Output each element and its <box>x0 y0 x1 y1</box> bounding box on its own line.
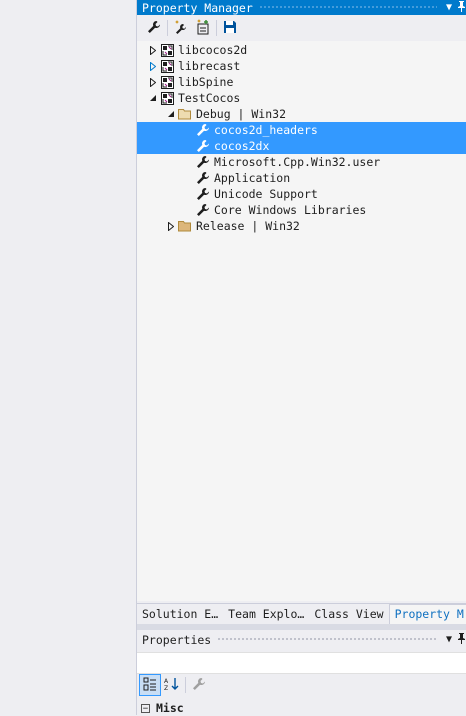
collapse-icon[interactable]: − <box>141 703 150 713</box>
property-manager-toolbar <box>137 16 466 40</box>
property-manager-panel: Property Manager ▼ libcocos2d librecast … <box>136 0 466 715</box>
tree-item[interactable]: cocos2dx <box>137 138 466 154</box>
tree-item-label: Debug | Win32 <box>196 107 287 121</box>
collapsed-arrow-icon[interactable] <box>147 42 159 58</box>
category-label: Misc <box>156 701 184 715</box>
collapsed-arrow-icon[interactable] <box>165 218 177 234</box>
title-grip <box>258 5 437 10</box>
project-icon <box>160 75 174 89</box>
folder-open-icon <box>178 107 192 121</box>
tree-item[interactable]: TestCocos <box>137 90 466 106</box>
expanded-arrow-icon[interactable] <box>165 106 177 122</box>
expanded-arrow-icon[interactable] <box>147 90 159 106</box>
tree-item[interactable]: libSpine <box>137 74 466 90</box>
add-new-property-sheet-icon <box>173 19 189 38</box>
property-tree[interactable]: libcocos2d librecast libSpine TestCocos Debu… <box>137 41 466 601</box>
property-category[interactable]: − Misc <box>141 700 184 716</box>
window-position-dropdown-icon[interactable]: ▼ <box>443 634 455 645</box>
tab-property-m[interactable]: Property M <box>388 604 466 624</box>
alphabetical-button[interactable]: AZ <box>161 674 183 696</box>
toolbar-separator <box>185 677 186 693</box>
pin-icon[interactable] <box>455 632 466 647</box>
tab-team-explo[interactable]: Team Explo… <box>223 605 309 624</box>
tree-item[interactable]: cocos2d_headers <box>137 122 466 138</box>
properties-button[interactable] <box>143 17 165 39</box>
pin-icon[interactable] <box>455 0 466 15</box>
tool-window-tabs: Solution E… Team Explo… Class View Property… <box>137 603 466 624</box>
tree-item[interactable]: Application <box>137 170 466 186</box>
tree-item-label: Microsoft.Cpp.Win32.user <box>214 155 381 169</box>
tree-item-label: librecast <box>178 59 241 73</box>
properties-toolbar: AZ <box>139 674 210 696</box>
tree-item[interactable]: librecast <box>137 58 466 74</box>
project-icon <box>160 43 174 57</box>
properties-title-bar[interactable]: Properties ▼ <box>137 630 466 649</box>
tree-item-label: Unicode Support <box>214 187 318 201</box>
folder-icon <box>178 219 192 233</box>
add-existing-property-sheet-button[interactable] <box>192 17 214 39</box>
categorized-icon <box>143 677 157 694</box>
tree-item[interactable]: Debug | Win32 <box>137 106 466 122</box>
tree-item-label: cocos2dx <box>214 139 270 153</box>
svg-text:Z: Z <box>164 685 168 691</box>
tree-item-label: libSpine <box>178 75 234 89</box>
property-pages-button[interactable] <box>188 674 210 696</box>
save-icon <box>223 20 237 37</box>
wrench-icon <box>196 187 210 201</box>
tree-item[interactable]: Release | Win32 <box>137 218 466 234</box>
collapsed-arrow-icon[interactable] <box>147 74 159 90</box>
sort-alphabetical-icon: AZ <box>164 677 180 694</box>
project-icon <box>160 59 174 73</box>
wrench-icon <box>196 155 210 169</box>
tree-item-label: Application <box>214 171 291 185</box>
categorized-button[interactable] <box>139 674 161 696</box>
wrench-icon <box>196 203 210 217</box>
add-new-property-sheet-button[interactable] <box>170 17 192 39</box>
properties-title: Properties <box>142 632 212 647</box>
tree-item-label: Core Windows Libraries <box>214 203 367 217</box>
tree-item-label: Release | Win32 <box>196 219 300 233</box>
collapsed-arrow-icon[interactable] <box>147 58 159 74</box>
toolbar-separator <box>216 20 217 36</box>
tree-item[interactable]: Core Windows Libraries <box>137 202 466 218</box>
editor-background <box>0 0 136 715</box>
panel-title: Property Manager <box>142 0 253 15</box>
add-existing-property-sheet-icon <box>195 18 211 38</box>
project-icon <box>160 91 174 105</box>
tab-class-view[interactable]: Class View <box>309 605 388 624</box>
toolbar-separator <box>167 20 168 36</box>
panel-title-bar[interactable]: Property Manager ▼ <box>137 0 466 15</box>
title-grip <box>217 637 437 642</box>
object-selector-combo[interactable] <box>137 652 466 674</box>
wrench-icon <box>147 20 161 37</box>
tree-item[interactable]: Unicode Support <box>137 186 466 202</box>
wrench-icon <box>196 123 210 137</box>
tree-item[interactable]: Microsoft.Cpp.Win32.user <box>137 154 466 170</box>
svg-text:A: A <box>164 678 169 685</box>
window-position-dropdown-icon[interactable]: ▼ <box>443 2 455 13</box>
tree-item-label: cocos2d_headers <box>214 123 318 137</box>
save-button[interactable] <box>219 17 241 39</box>
wrench-icon <box>192 677 206 694</box>
tree-item-label: TestCocos <box>178 91 241 105</box>
tree-item[interactable]: libcocos2d <box>137 42 466 58</box>
tree-item-label: libcocos2d <box>178 43 248 57</box>
tab-solution-e[interactable]: Solution E… <box>137 605 223 624</box>
wrench-icon <box>196 171 210 185</box>
wrench-icon <box>196 139 210 153</box>
